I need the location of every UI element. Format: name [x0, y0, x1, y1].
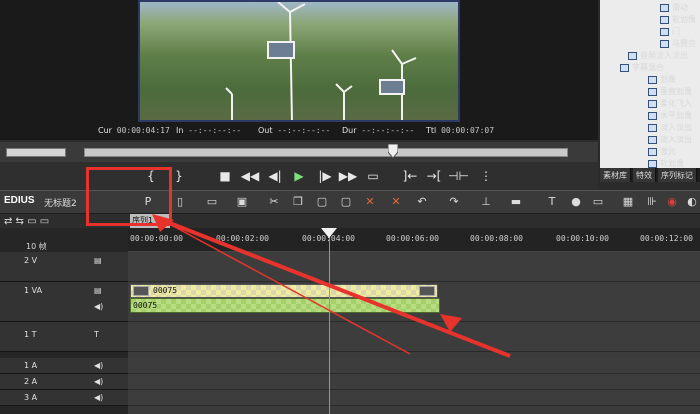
track-header[interactable]: 1 TT [0, 322, 128, 352]
stop-icon[interactable]: ■ [216, 166, 234, 186]
app-logo: EDIUS [4, 195, 35, 206]
effect-icon [660, 15, 669, 24]
timecode-dur: Dur --:--:--:-- [342, 126, 415, 135]
fast-forward-icon[interactable]: ▶▶ [338, 166, 358, 186]
track-header[interactable]: 2 V ▤ [0, 252, 128, 282]
link-icon[interactable]: ▬ [508, 194, 524, 210]
position-bar[interactable] [84, 148, 568, 157]
video-preview [138, 0, 460, 122]
track-lock-icon[interactable]: ▤ [94, 256, 102, 265]
clip-thumbnail-icon [133, 286, 149, 296]
bin-tabs: 素材库 特效 序列标记 [600, 168, 700, 182]
folder-icon [620, 63, 629, 72]
timecode-in: In --:--:--:-- [176, 126, 242, 135]
bin-item[interactable]: 淡入淡出 [648, 134, 692, 145]
cut-icon[interactable]: ✂ [266, 194, 282, 210]
bin-item[interactable]: 激光 [648, 146, 676, 157]
ruler-label: 00:00:10:00 [556, 234, 609, 243]
effects-tree: 滑动 软划像 门 马赛克 音频淡入淡出 字幕混合 划像 垂直划像 柔化飞入 水平… [604, 2, 700, 168]
annotation-arrows [152, 214, 511, 358]
bin-item[interactable]: 滑动 [660, 2, 688, 13]
bin-item[interactable]: 水平划像 [648, 110, 692, 121]
effect-icon [648, 99, 657, 108]
play-icon[interactable]: ▶ [290, 166, 308, 186]
rewind-icon[interactable]: ◀◀ [240, 166, 260, 186]
bin-item[interactable]: 垂直划像 [648, 86, 692, 97]
effect-icon [648, 75, 657, 84]
undo-icon[interactable]: ↶ [414, 194, 430, 210]
speaker-icon[interactable]: ◀) [94, 302, 103, 311]
bin-folder[interactable]: 音频淡入淡出 [628, 50, 688, 61]
new-icon[interactable]: ▯ [172, 194, 188, 210]
shuttle-slider[interactable] [6, 148, 66, 157]
marker-icon[interactable]: ⊣⊢ [448, 166, 469, 186]
set-out-icon[interactable]: } [170, 166, 188, 186]
track-header[interactable]: 1 A ◀) [0, 358, 128, 374]
timecode-cur: Cur 00:00:04:17 [98, 126, 170, 135]
track-tools-icon[interactable]: ⇄ ⇆ ▭ ▭ [4, 216, 49, 227]
save-icon[interactable]: ▣ [234, 194, 250, 210]
track-lane[interactable] [128, 374, 700, 390]
step-forward-icon[interactable]: |▶ [316, 166, 334, 186]
folder-icon [628, 51, 637, 60]
effect-icon [648, 111, 657, 120]
title-track-icon[interactable]: T [94, 330, 99, 339]
project-name: 无标题2 [44, 199, 77, 209]
track-header[interactable]: 2 A ◀) [0, 374, 128, 390]
bin-item[interactable]: 马赛克 [660, 38, 696, 49]
redo-icon[interactable]: ↷ [446, 194, 462, 210]
effect-icon [660, 39, 669, 48]
open-icon[interactable]: ▭ [204, 194, 220, 210]
bin-item[interactable]: 门 [660, 26, 680, 37]
output-icon[interactable]: ▭ [364, 166, 382, 186]
speaker-icon[interactable]: ◀) [94, 393, 103, 402]
menu-icon[interactable]: ⋮ [476, 166, 496, 186]
track-lane[interactable] [128, 390, 700, 406]
ruler-label: 00:00:12:00 [640, 234, 693, 243]
overwrite-icon[interactable]: →[ [424, 166, 444, 186]
effect-icon [648, 123, 657, 132]
ripple-delete-icon[interactable]: ✕ [388, 194, 404, 210]
help-icon[interactable]: ◐ [684, 194, 700, 210]
record-icon[interactable]: ◉ [664, 194, 680, 210]
mixer-icon[interactable]: ⊪ [644, 194, 660, 210]
speaker-icon[interactable]: ◀) [94, 361, 103, 370]
delete-icon[interactable]: ✕ [362, 194, 378, 210]
wind-turbines-image [225, 2, 417, 120]
bin-folder[interactable]: 字幕混合 [620, 62, 664, 73]
split-icon[interactable]: ⊥ [478, 194, 494, 210]
tab-effects[interactable]: 特效 [633, 168, 656, 182]
effect-icon [660, 3, 669, 12]
track-lock-icon[interactable]: ▤ [94, 286, 102, 295]
speaker-icon[interactable]: ◀) [94, 377, 103, 386]
effect-icon [648, 135, 657, 144]
tab-sequence-markers[interactable]: 序列标记 [658, 168, 697, 182]
grid-icon[interactable]: ▦ [620, 194, 636, 210]
effect-icon [648, 147, 657, 156]
mic-icon[interactable]: ● [568, 194, 584, 210]
bin-item[interactable]: 划像 [648, 74, 676, 85]
step-back-icon[interactable]: ◀| [266, 166, 284, 186]
position-marker-icon[interactable] [388, 144, 398, 158]
insert-icon[interactable]: ]← [400, 166, 420, 186]
paste-insert-icon[interactable]: ▢ [338, 194, 354, 210]
effect-icon [648, 87, 657, 96]
effect-icon [648, 159, 657, 168]
bin-item[interactable]: 软划像 [660, 14, 696, 25]
track-header[interactable]: 3 A ◀) [0, 390, 128, 406]
title-icon[interactable]: T [544, 194, 560, 210]
timecode-out: Out --:--:--:-- [258, 126, 331, 135]
track-header[interactable]: 1 VA ▤ ◀) [0, 282, 128, 322]
bin-item[interactable]: 淡入淡出 [648, 122, 692, 133]
timecode-ttl: Ttl 00:00:07:07 [426, 126, 495, 135]
copy-icon[interactable]: ❐ [290, 194, 306, 210]
scale-label[interactable]: 10 帧 [26, 241, 47, 252]
render-icon[interactable]: ▭ [590, 194, 606, 210]
effect-icon [660, 27, 669, 36]
bin-item[interactable]: 柔化飞入 [648, 98, 692, 109]
paste-icon[interactable]: ▢ [314, 194, 330, 210]
tab-bin[interactable]: 素材库 [600, 168, 631, 182]
